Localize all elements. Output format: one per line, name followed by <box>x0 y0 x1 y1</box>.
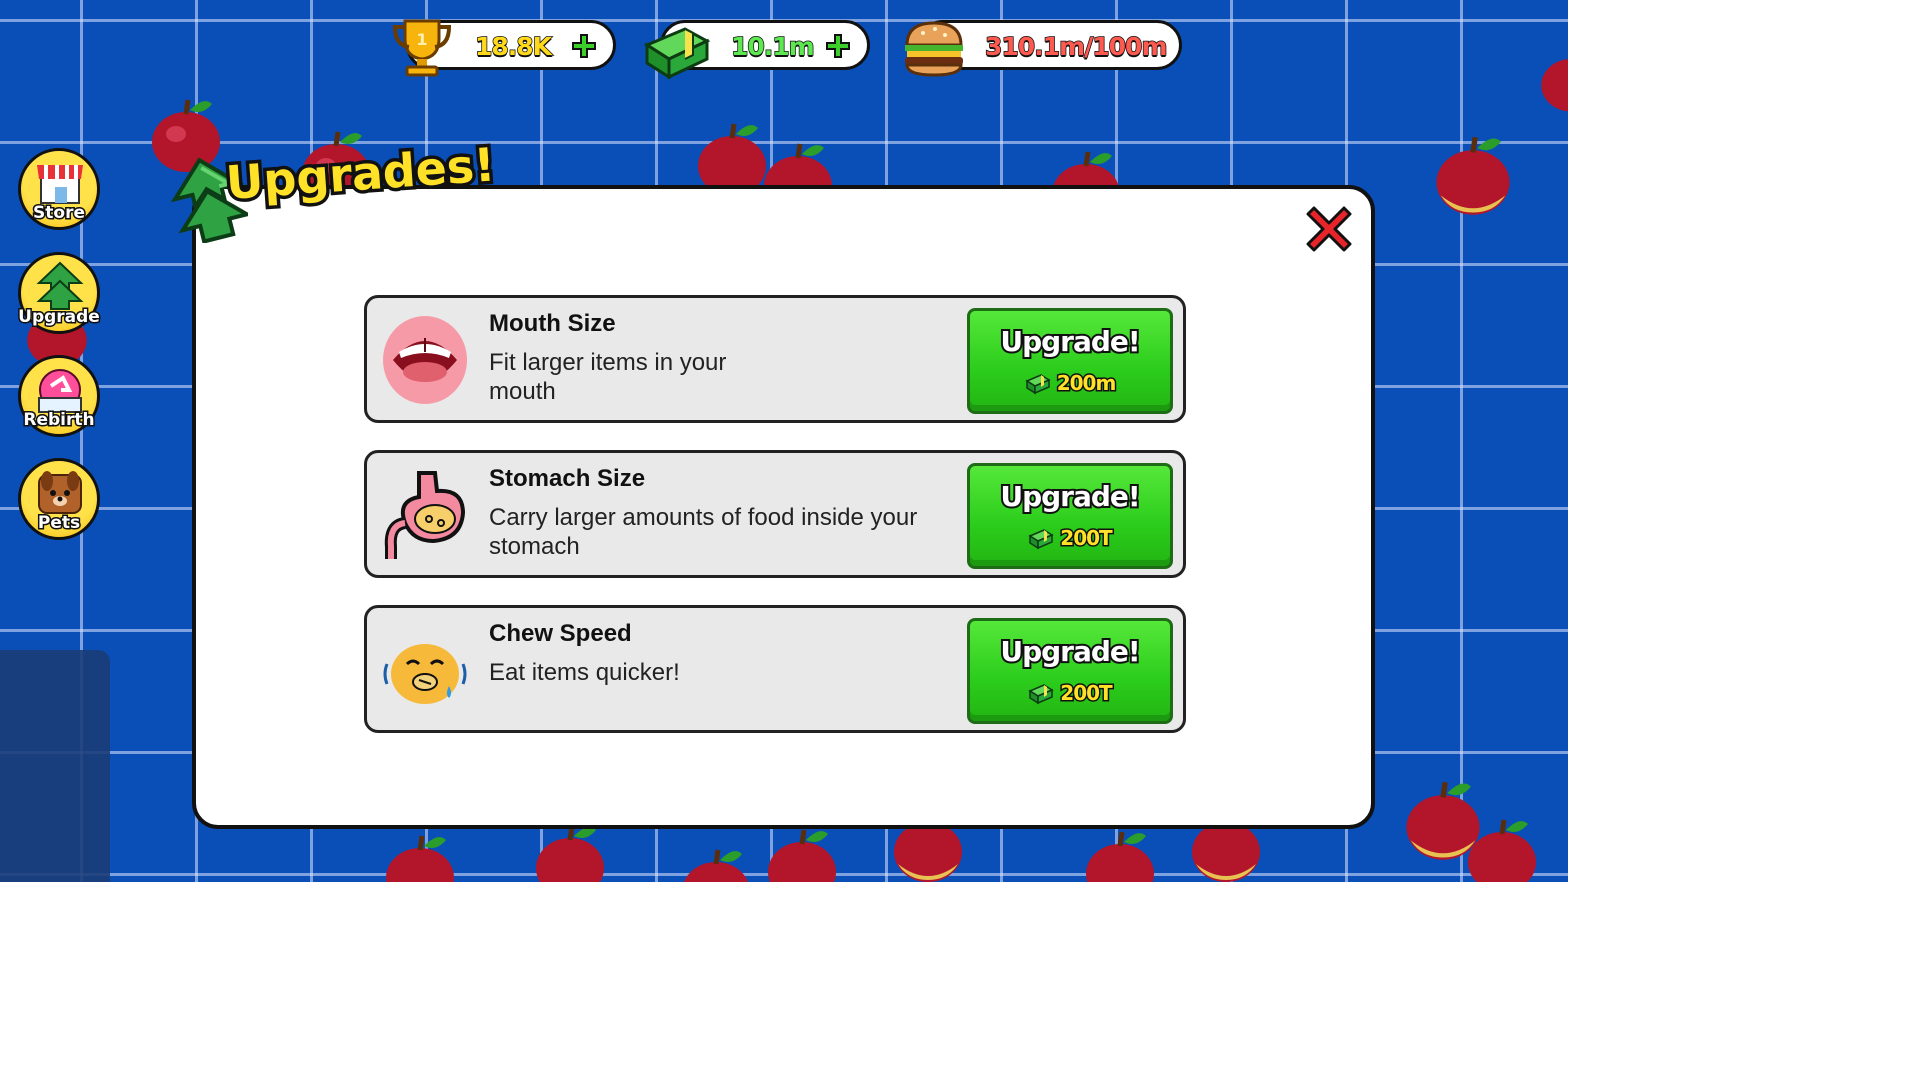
upgrade-button-label: Upgrade! <box>998 633 1142 670</box>
apple-icon <box>1536 40 1568 120</box>
upgrade-description: Fit larger items in your mouth <box>489 349 727 405</box>
dog-icon <box>33 467 87 517</box>
upgrade-chew-speed-button[interactable]: Upgrade! 200T <box>967 618 1173 724</box>
trophy-value: 18.8K <box>474 31 553 62</box>
upgrade-menu-button[interactable]: Upgrade <box>17 252 101 334</box>
upgrade-card-stomach-size: Stomach Size Carry larger amounts of foo… <box>364 450 1186 578</box>
apple-icon <box>676 846 756 882</box>
rebirth-label: Rebirth <box>22 409 96 432</box>
apple-icon <box>1430 130 1516 222</box>
upgrade-cost-value: 200m <box>1055 370 1118 397</box>
burger-icon <box>899 15 969 79</box>
game-viewport: 1 18.8K 10.1m 310.1m/100m Store Upgrade … <box>0 0 1568 882</box>
upgrade-button-label: Upgrade! <box>998 478 1142 515</box>
cash-stack-icon <box>1028 526 1054 550</box>
add-cash-button[interactable] <box>825 33 851 59</box>
store-label: Store <box>32 202 87 225</box>
stomach-icon <box>379 467 471 563</box>
pets-label: Pets <box>36 512 81 535</box>
trophy-icon: 1 <box>387 15 457 79</box>
cash-stack-icon <box>641 15 711 80</box>
upgrade-cost: 200T <box>970 525 1170 552</box>
upgrade-label: Upgrade <box>17 306 102 329</box>
apple-icon <box>1080 828 1160 882</box>
cash-value: 10.1m <box>730 31 815 62</box>
upgrade-stomach-size-button[interactable]: Upgrade! 200T <box>967 463 1173 569</box>
apple-icon <box>1462 816 1542 882</box>
stomach-capacity-counter: 310.1m/100m <box>905 20 1182 77</box>
capacity-value: 310.1m/100m <box>984 31 1168 62</box>
rebirth-button[interactable]: Rebirth <box>18 355 100 437</box>
cash-counter: 10.1m <box>643 20 870 80</box>
rebirth-icon <box>33 364 87 414</box>
chewing-face-icon <box>379 622 471 718</box>
upgrade-title: Chew Speed <box>489 620 632 647</box>
modal-header: Upgrades! <box>170 134 510 245</box>
upgrade-cost: 200m <box>970 370 1170 397</box>
trophy-counter: 1 18.8K <box>392 19 616 77</box>
store-button[interactable]: Store <box>18 148 100 230</box>
close-icon <box>1306 206 1352 252</box>
mouth-icon <box>379 312 471 408</box>
apple-icon <box>530 822 610 882</box>
modal-title: Upgrades! <box>221 134 501 214</box>
upgrade-title: Mouth Size <box>489 310 616 337</box>
upgrade-cost-value: 200T <box>1059 680 1114 707</box>
apple-icon <box>762 826 842 882</box>
close-button[interactable] <box>1306 206 1352 252</box>
shop-icon <box>33 157 87 207</box>
upgrade-card-chew-speed: Chew Speed Eat items quicker! Upgrade! 2… <box>364 605 1186 733</box>
pets-button[interactable]: Pets <box>18 458 100 540</box>
upgrade-button-label: Upgrade! <box>998 323 1142 360</box>
upgrade-description: Carry larger amounts of food inside your… <box>489 504 918 560</box>
cash-stack-icon <box>1028 681 1054 705</box>
svg-text:1: 1 <box>416 30 427 49</box>
upgrade-cost: 200T <box>970 680 1170 707</box>
cash-stack-icon <box>1025 371 1051 395</box>
add-trophies-button[interactable] <box>571 33 597 59</box>
upgrade-description: Eat items quicker! <box>489 659 680 686</box>
upgrade-mouth-size-button[interactable]: Upgrade! 200m <box>967 308 1173 414</box>
up-arrow-icon <box>33 261 87 311</box>
upgrade-title: Stomach Size <box>489 465 646 492</box>
upgrade-cost-value: 200T <box>1059 525 1114 552</box>
upgrade-card-mouth-size: Mouth Size Fit larger items in your mout… <box>364 295 1186 423</box>
side-panel <box>0 650 110 882</box>
apple-icon <box>380 832 460 882</box>
